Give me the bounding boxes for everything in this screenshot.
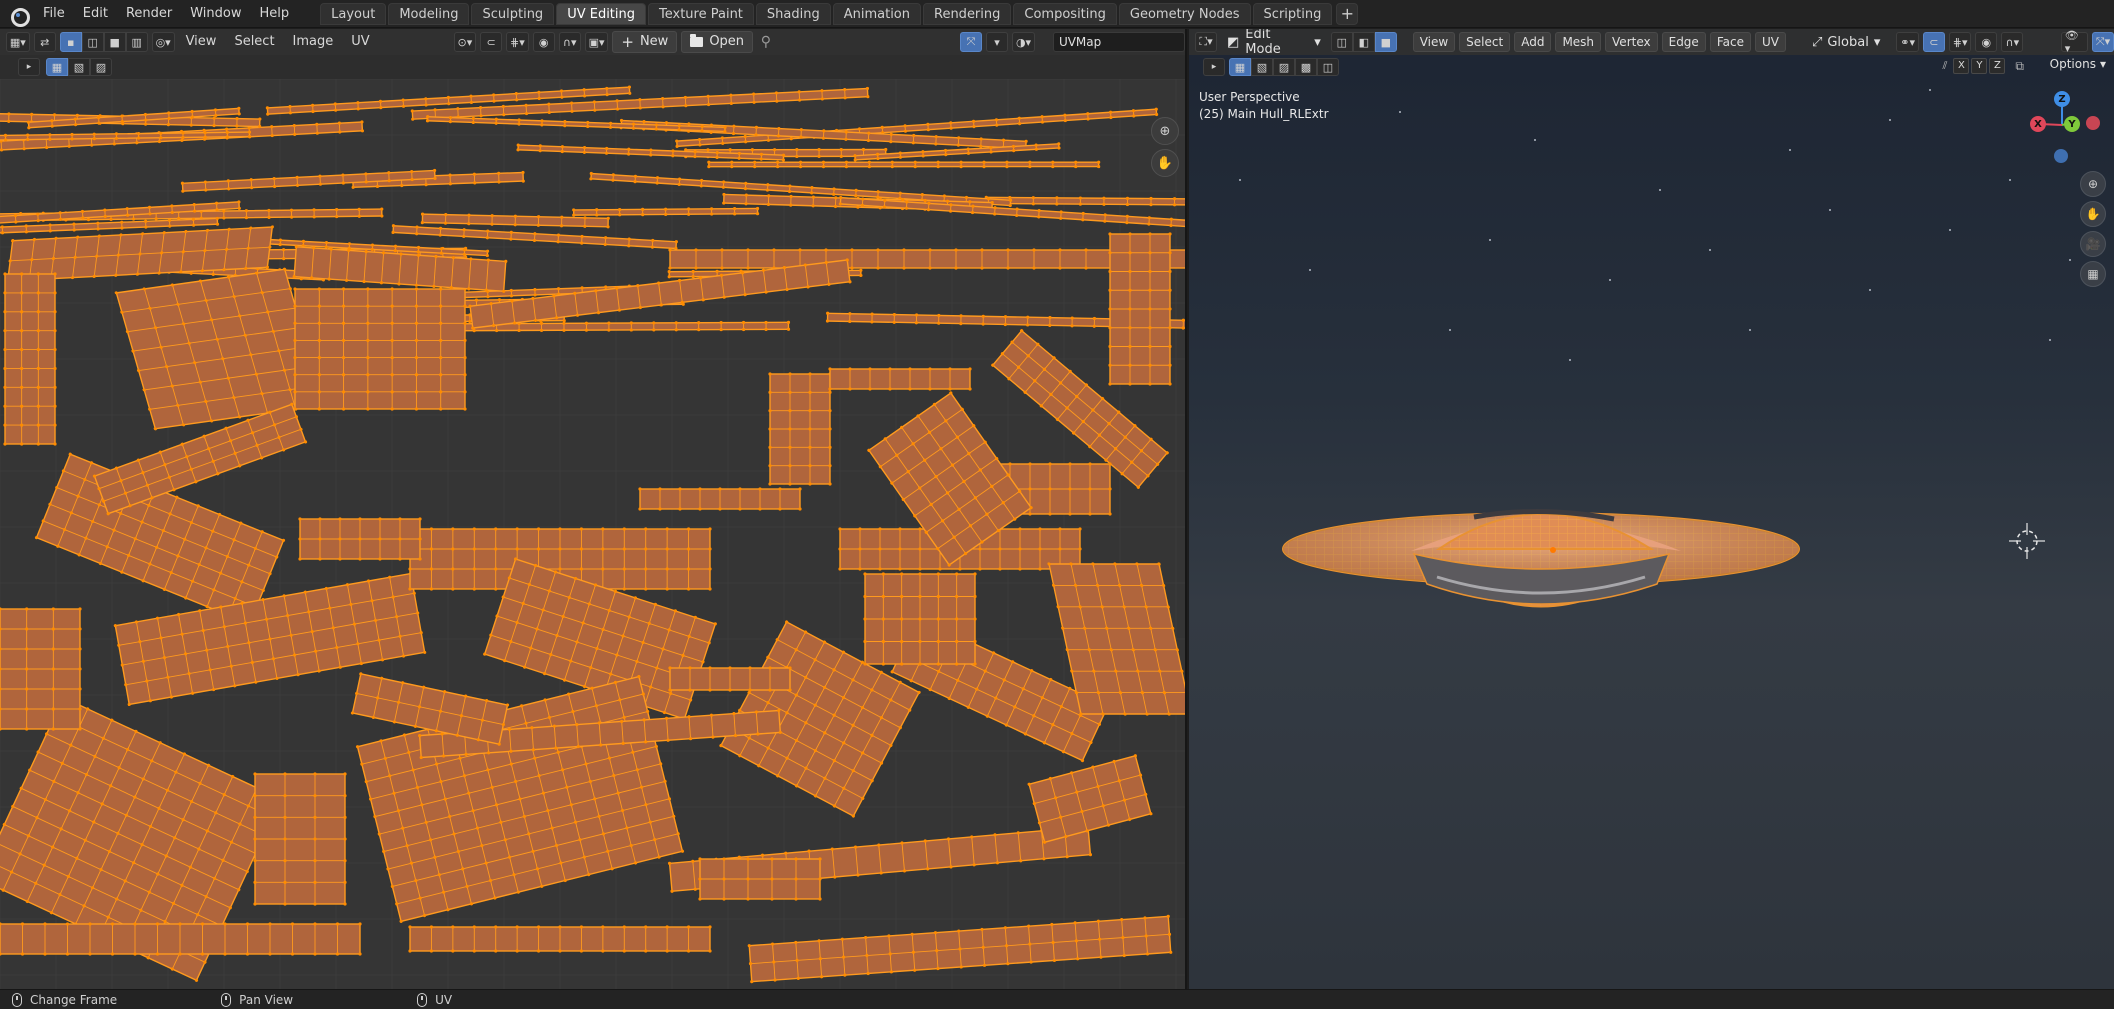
open-image-label: Open <box>709 34 745 49</box>
tab-layout[interactable]: Layout <box>320 2 387 25</box>
status-pan-view: Pan View <box>221 992 294 1007</box>
menu-help[interactable]: Help <box>251 2 299 26</box>
select-mode-group: ▪ ◫ ■ ▥ <box>59 32 148 52</box>
tab-geometry-nodes[interactable]: Geometry Nodes <box>1118 2 1251 25</box>
tab-compositing[interactable]: Compositing <box>1013 2 1117 25</box>
uv-editor-header: ▦▾ ⇄ ▪ ◫ ■ ▥ ◎▾ View Select Image UV ⊙▾ … <box>0 29 1185 55</box>
uv-sync-dropdown-icon[interactable]: ▾ <box>986 32 1009 52</box>
uv-canvas[interactable]: ⊕ ✋ <box>0 79 1187 989</box>
pin-icon[interactable]: ⚲ <box>757 33 775 51</box>
tab-modeling[interactable]: Modeling <box>388 2 470 25</box>
status-label: UV <box>435 992 453 1007</box>
extend-selection-icon[interactable]: ▧ <box>68 58 90 76</box>
uv-menu-uv[interactable]: UV <box>344 31 376 53</box>
subtract-selection-icon[interactable]: ▨ <box>90 58 112 76</box>
uv-sync-icon[interactable]: ⤧ <box>960 32 983 52</box>
status-change-frame: Change Frame <box>12 992 118 1007</box>
menu-window[interactable]: Window <box>181 2 250 26</box>
mouse-left-icon <box>12 992 22 1007</box>
sync-selection-icon[interactable]: ⇄ <box>33 32 56 52</box>
tab-scripting[interactable]: Scripting <box>1252 2 1333 25</box>
blender-logo-icon[interactable] <box>8 4 30 27</box>
plus-icon: + <box>621 33 634 51</box>
tab-uv-editing[interactable]: UV Editing <box>556 2 647 25</box>
snap-target-icon[interactable]: ⋕▾ <box>506 32 529 52</box>
sticky-select-icon[interactable]: ◎▾ <box>151 32 175 52</box>
tab-shading[interactable]: Shading <box>755 2 831 25</box>
open-image-button[interactable]: Open <box>681 31 754 53</box>
workspace-tabs: Layout Modeling Sculpting UV Editing Tex… <box>320 0 1359 28</box>
new-image-button[interactable]: + New <box>612 31 678 53</box>
3d-cursor-icon <box>2009 523 2045 559</box>
set-selection-icon[interactable]: ▦ <box>46 58 68 76</box>
uv-map-selector[interactable]: UVMap <box>1052 32 1185 52</box>
face-select-icon[interactable]: ■ <box>103 32 126 52</box>
uv-menu-view[interactable]: View <box>179 31 224 53</box>
menu-render[interactable]: Render <box>117 2 181 26</box>
tab-animation[interactable]: Animation <box>832 2 921 25</box>
mouse-right-icon <box>417 992 428 1007</box>
tab-rendering[interactable]: Rendering <box>923 2 1012 25</box>
status-label: Pan View <box>239 992 294 1007</box>
status-bar: Change Frame Pan View UV <box>0 989 2114 1009</box>
uv-tool-settings: ▸ ▦ ▧ ▨ <box>0 55 1185 79</box>
pivot-point-icon[interactable]: ⊙▾ <box>453 32 477 52</box>
island-select-icon[interactable]: ▥ <box>125 32 148 52</box>
zoom-icon[interactable]: ⊕ <box>1151 117 1179 145</box>
snap-icon[interactable]: ⊂ <box>480 32 503 52</box>
uv-islands-drawing[interactable] <box>0 79 1187 989</box>
uv-menu-select[interactable]: Select <box>227 31 281 53</box>
falloff-icon[interactable]: ∩▾ <box>558 32 581 52</box>
editor-type-icon[interactable]: ▦▾ <box>6 32 30 52</box>
tab-sculpting[interactable]: Sculpting <box>471 2 555 25</box>
edge-select-icon[interactable]: ◫ <box>81 32 104 52</box>
ufo-mesh[interactable] <box>1189 29 2114 989</box>
mouse-middle-icon <box>221 992 232 1007</box>
uv-menu-image[interactable]: Image <box>286 31 341 53</box>
menu-edit[interactable]: Edit <box>74 2 117 26</box>
3d-viewport-area[interactable]: ⛶▾ ◩ Edit Mode ▾ ◫ ◧ ■ View Select Add M… <box>1189 29 2114 989</box>
folder-icon <box>690 34 704 47</box>
status-uv: UV <box>417 992 453 1007</box>
overlay-icon[interactable]: ◑▾ <box>1012 32 1035 52</box>
select-tool-icon[interactable]: ▸ <box>18 58 40 76</box>
proportional-edit-icon[interactable]: ◉ <box>532 32 555 52</box>
top-bar: File Edit Render Window Help Layout Mode… <box>0 0 2114 28</box>
menu-file[interactable]: File <box>34 2 74 26</box>
new-image-label: New <box>639 34 669 49</box>
pan-hand-icon[interactable]: ✋ <box>1151 149 1179 177</box>
vertex-select-icon[interactable]: ▪ <box>59 32 82 52</box>
selection-mode-group: ▦ ▧ ▨ <box>46 58 112 76</box>
status-label: Change Frame <box>30 992 118 1007</box>
image-browse-icon[interactable]: ▣▾ <box>584 32 609 52</box>
add-workspace-button[interactable]: + <box>1336 2 1359 25</box>
uv-editor-area: ▦▾ ⇄ ▪ ◫ ■ ▥ ◎▾ View Select Image UV ⊙▾ … <box>0 29 1187 989</box>
tab-texture-paint[interactable]: Texture Paint <box>648 2 754 25</box>
